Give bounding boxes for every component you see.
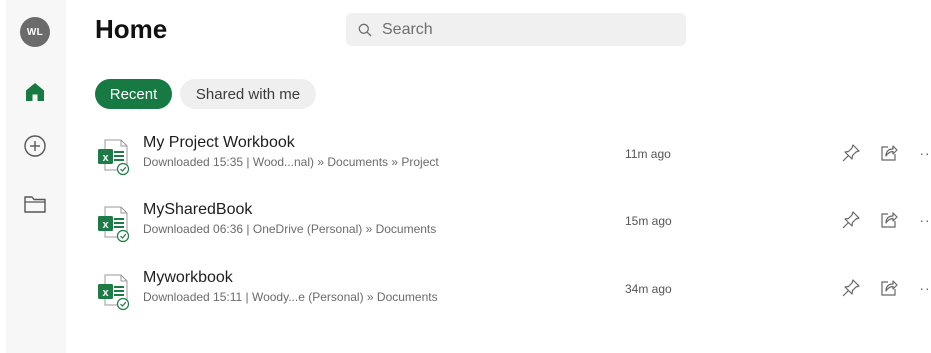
more-icon: ·· bbox=[919, 280, 931, 296]
share-button[interactable] bbox=[878, 142, 900, 164]
nav-home-button[interactable] bbox=[20, 77, 50, 107]
pin-icon bbox=[842, 144, 860, 162]
pin-button[interactable] bbox=[840, 277, 862, 299]
share-button[interactable] bbox=[878, 209, 900, 231]
file-path: Downloaded 06:36 | OneDrive (Personal) »… bbox=[143, 222, 437, 236]
pin-icon bbox=[842, 211, 860, 229]
search-icon bbox=[358, 23, 372, 36]
more-options-button[interactable]: ·· bbox=[914, 209, 931, 231]
share-icon bbox=[881, 212, 898, 228]
search-input[interactable] bbox=[382, 20, 662, 39]
more-icon: ·· bbox=[919, 212, 931, 228]
pin-icon bbox=[842, 279, 860, 297]
excel-home-screen: WL Home Recent Shared wi bbox=[0, 0, 931, 353]
file-path: Downloaded 15:35 | Wood...nal) » Documen… bbox=[143, 155, 439, 169]
file-path: Downloaded 15:11 | Woody...e (Personal) … bbox=[143, 290, 438, 304]
file-name: Myworkbook bbox=[143, 269, 233, 286]
share-icon bbox=[881, 280, 898, 296]
file-modified-time: 15m ago bbox=[625, 214, 672, 228]
search-box[interactable] bbox=[346, 13, 686, 46]
tab-recent[interactable]: Recent bbox=[95, 79, 172, 109]
pin-button[interactable] bbox=[840, 142, 862, 164]
home-icon bbox=[26, 83, 44, 101]
file-row[interactable]: x My Project Workbook Downloaded 15:35 |… bbox=[95, 130, 931, 178]
svg-text:x: x bbox=[102, 287, 109, 299]
svg-text:x: x bbox=[102, 152, 109, 164]
folder-icon bbox=[24, 196, 46, 213]
excel-file-icon: x bbox=[98, 139, 130, 176]
file-row[interactable]: x Myworkbook Downloaded 15:11 | Woody...… bbox=[95, 265, 931, 313]
share-icon bbox=[881, 145, 898, 161]
svg-text:x: x bbox=[102, 219, 109, 231]
tab-shared-with-me[interactable]: Shared with me bbox=[180, 79, 316, 109]
nav-open-button[interactable] bbox=[20, 189, 50, 219]
excel-file-icon: x bbox=[98, 274, 130, 311]
excel-file-icon: x bbox=[98, 206, 130, 243]
more-options-button[interactable]: ·· bbox=[914, 142, 931, 164]
file-name: MySharedBook bbox=[143, 201, 253, 218]
share-button[interactable] bbox=[878, 277, 900, 299]
file-modified-time: 34m ago bbox=[625, 282, 672, 296]
file-modified-time: 11m ago bbox=[625, 147, 671, 161]
file-row[interactable]: x MySharedBook Downloaded 06:36 | OneDri… bbox=[95, 197, 931, 245]
page-title: Home bbox=[95, 14, 168, 44]
left-rail: WL bbox=[6, 0, 66, 353]
more-options-button[interactable]: ·· bbox=[914, 277, 931, 299]
file-name: My Project Workbook bbox=[143, 134, 295, 151]
pin-button[interactable] bbox=[840, 209, 862, 231]
more-icon: ·· bbox=[919, 145, 931, 161]
avatar[interactable]: WL bbox=[20, 17, 50, 47]
nav-new-button[interactable] bbox=[20, 131, 50, 161]
plus-circle-icon bbox=[24, 135, 46, 157]
